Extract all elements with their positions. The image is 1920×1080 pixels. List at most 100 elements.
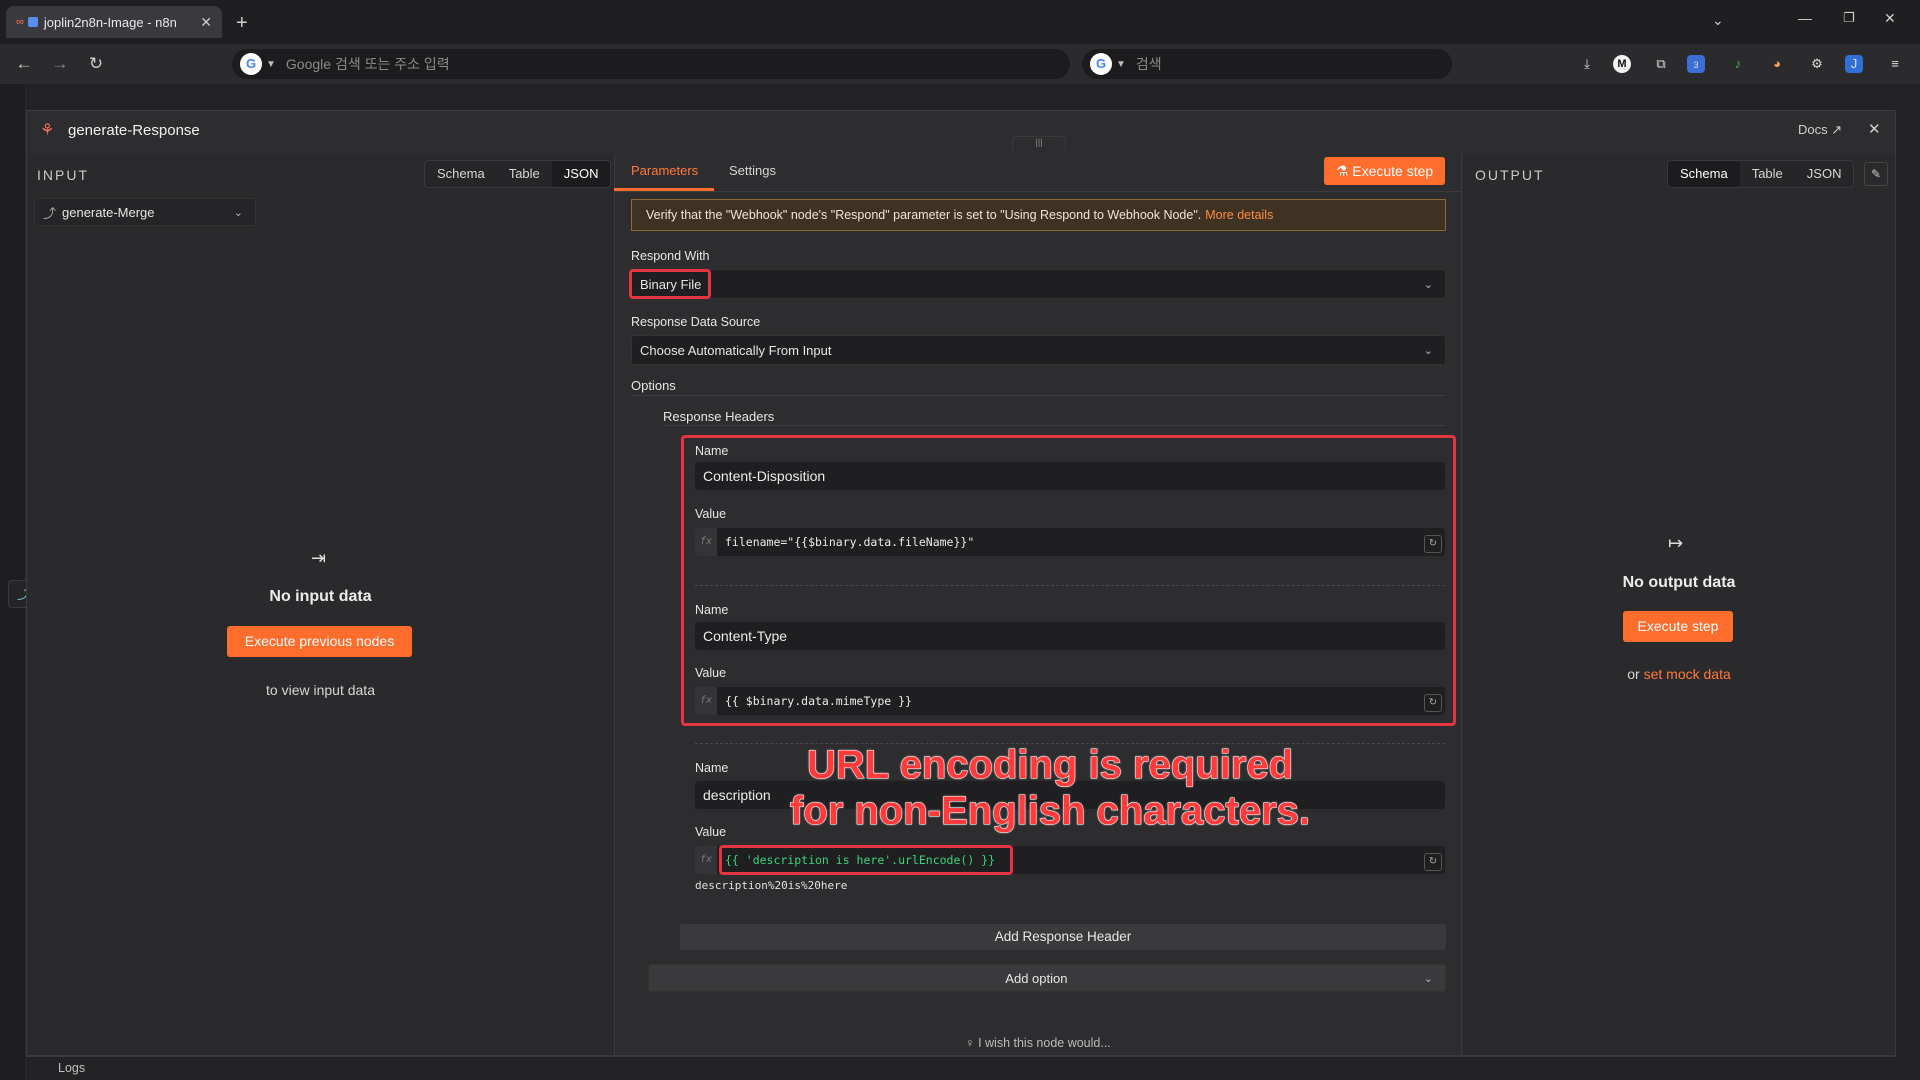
browser-tabstrip bbox=[0, 0, 1920, 44]
more-details-link[interactable]: More details bbox=[1205, 208, 1273, 222]
back-icon[interactable]: ← bbox=[13, 53, 35, 75]
refresh-icon[interactable]: ↻ bbox=[1424, 853, 1442, 871]
headers-divider bbox=[663, 425, 1446, 426]
input-tab-schema[interactable]: Schema bbox=[425, 161, 497, 187]
respond-with-label: Respond With bbox=[631, 249, 710, 263]
play-favicon-icon bbox=[27, 17, 38, 27]
notice-text: Verify that the "Webhook" node's "Respon… bbox=[646, 208, 1202, 222]
flask-icon: ⚗ bbox=[1335, 163, 1353, 179]
respond-with-select[interactable]: Binary File ⌄ bbox=[631, 269, 1446, 299]
browser-tab[interactable]: ∞ joplin2n8n-Image - n8n ✕ bbox=[6, 6, 222, 38]
response-headers-label: Response Headers bbox=[663, 409, 775, 424]
joplin-icon[interactable]: J bbox=[1845, 55, 1863, 73]
search-bar[interactable]: G ▼ 검색 bbox=[1082, 49, 1452, 79]
docs-label: Docs bbox=[1798, 122, 1828, 137]
shield-extension-icon[interactable]: 3 bbox=[1687, 55, 1705, 73]
reload-icon[interactable]: ↻ bbox=[85, 53, 107, 75]
arrow-to-right-icon: ⇥ bbox=[311, 548, 327, 568]
input-source-select[interactable]: ⤴ generate-Merge ⌄ bbox=[34, 198, 256, 226]
annotation-text: URL encoding is required for non-English… bbox=[700, 742, 1400, 834]
drag-handle[interactable]: ||| bbox=[1012, 136, 1066, 150]
no-input-title: No input data bbox=[269, 588, 372, 605]
lightbulb-icon: ♀ bbox=[965, 1036, 979, 1050]
google-icon: G bbox=[1090, 53, 1112, 75]
menu-icon[interactable]: ≡ bbox=[1884, 53, 1906, 75]
docs-link[interactable]: Docs ↗ bbox=[1798, 122, 1842, 138]
expression-highlight bbox=[719, 845, 1013, 875]
tab-list-chevron-icon[interactable]: ⌄ bbox=[1712, 12, 1724, 29]
output-label: OUTPUT bbox=[1475, 167, 1545, 183]
google-icon: G bbox=[240, 53, 262, 75]
settings-extension-icon[interactable]: ⚙ bbox=[1806, 53, 1828, 75]
output-pane bbox=[1463, 154, 1895, 1055]
puzzle-icon[interactable]: ⧉ bbox=[1650, 53, 1672, 75]
annotation-line-2: for non-English characters. bbox=[789, 789, 1311, 834]
chevron-down-icon: ⌄ bbox=[1423, 344, 1433, 357]
tab-parameters[interactable]: Parameters bbox=[631, 163, 698, 178]
chevron-down-icon[interactable]: ▼ bbox=[266, 59, 276, 70]
edit-output-icon[interactable]: ✎ bbox=[1864, 162, 1888, 186]
extension-m-icon[interactable]: M bbox=[1613, 55, 1631, 73]
execute-previous-nodes-button[interactable]: Execute previous nodes bbox=[227, 626, 412, 657]
restore-icon[interactable]: ❐ bbox=[1843, 10, 1855, 26]
output-tab-schema[interactable]: Schema bbox=[1668, 161, 1740, 187]
webhook-node-icon: ⚘ bbox=[40, 122, 55, 139]
data-source-select[interactable]: Choose Automatically From Input ⌄ bbox=[631, 335, 1446, 365]
no-output-title: No output data bbox=[1622, 574, 1736, 591]
search-placeholder: 검색 bbox=[1135, 56, 1162, 72]
input-view-tabs: Schema Table JSON bbox=[424, 160, 612, 188]
input-tab-json[interactable]: JSON bbox=[551, 161, 611, 187]
headers-highlight bbox=[681, 435, 1456, 726]
execute-step-button[interactable]: ⚗ Execute step bbox=[1324, 157, 1445, 185]
output-execute-step-button[interactable]: Execute step bbox=[1623, 611, 1733, 642]
wish-link[interactable]: ♀ I wish this node would... bbox=[614, 1036, 1462, 1050]
set-mock-data-link[interactable]: set mock data bbox=[1644, 666, 1731, 682]
logs-label: Logs bbox=[58, 1061, 86, 1075]
add-response-header-button[interactable]: Add Response Header bbox=[680, 924, 1446, 950]
new-tab-icon[interactable]: + bbox=[236, 12, 248, 35]
n8n-favicon-icon: ∞ bbox=[16, 16, 24, 28]
input-label: INPUT bbox=[37, 167, 89, 183]
webhook-notice: Verify that the "Webhook" node's "Respon… bbox=[631, 199, 1446, 231]
expression-preview: description%20is%20here bbox=[695, 879, 848, 892]
external-link-icon: ↗ bbox=[1831, 122, 1843, 137]
output-tab-json[interactable]: JSON bbox=[1795, 161, 1854, 187]
address-bar[interactable]: G ▼ Google 검색 또는 주소 입력 bbox=[232, 49, 1070, 79]
respond-with-highlight bbox=[629, 269, 711, 299]
add-option-select[interactable]: Add option ⌄ bbox=[648, 964, 1446, 992]
browser-tab-title: joplin2n8n-Image - n8n bbox=[43, 14, 177, 30]
input-tab-table[interactable]: Table bbox=[497, 161, 552, 187]
annotation-line-1: URL encoding is required bbox=[807, 743, 1294, 788]
arrow-from-left-icon: ↦ bbox=[1668, 533, 1684, 553]
close-icon[interactable]: ✕ bbox=[1868, 120, 1881, 138]
close-tab-icon[interactable]: ✕ bbox=[200, 14, 212, 31]
close-window-icon[interactable]: ✕ bbox=[1884, 10, 1896, 27]
data-source-value: Choose Automatically From Input bbox=[640, 342, 832, 358]
data-source-label: Response Data Source bbox=[631, 315, 761, 329]
logs-bar[interactable]: Logs bbox=[26, 1056, 1896, 1080]
address-placeholder: Google 검색 또는 주소 입력 bbox=[285, 56, 450, 72]
options-divider bbox=[631, 395, 1446, 396]
execute-step-label: Execute step bbox=[1352, 163, 1434, 179]
extension-badge: 3 bbox=[1693, 60, 1699, 70]
node-title[interactable]: generate-Response bbox=[68, 122, 200, 139]
mock-data-row: or set mock data bbox=[1463, 666, 1895, 682]
chevron-down-icon[interactable]: ▼ bbox=[1116, 59, 1126, 70]
forward-icon[interactable]: → bbox=[49, 53, 71, 75]
output-tab-table[interactable]: Table bbox=[1740, 161, 1795, 187]
tab-settings[interactable]: Settings bbox=[729, 163, 776, 178]
chevron-down-icon: ⌄ bbox=[233, 206, 243, 219]
merge-icon: ⤴ bbox=[43, 205, 57, 221]
chevron-down-icon: ⌄ bbox=[1423, 972, 1433, 985]
output-view-tabs: Schema Table JSON bbox=[1667, 160, 1855, 188]
music-icon[interactable]: ♪ bbox=[1727, 53, 1749, 75]
or-text: or bbox=[1627, 666, 1640, 682]
add-option-label: Add option bbox=[1005, 970, 1068, 986]
minimize-icon[interactable]: — bbox=[1798, 10, 1812, 26]
palette-icon[interactable]: ◕ bbox=[1766, 53, 1788, 75]
fx-icon: fx bbox=[695, 846, 717, 874]
options-label: Options bbox=[631, 378, 676, 393]
download-icon[interactable]: ⤓ bbox=[1576, 53, 1598, 75]
chevron-down-icon: ⌄ bbox=[1423, 278, 1433, 291]
input-source-value: generate-Merge bbox=[62, 204, 155, 220]
